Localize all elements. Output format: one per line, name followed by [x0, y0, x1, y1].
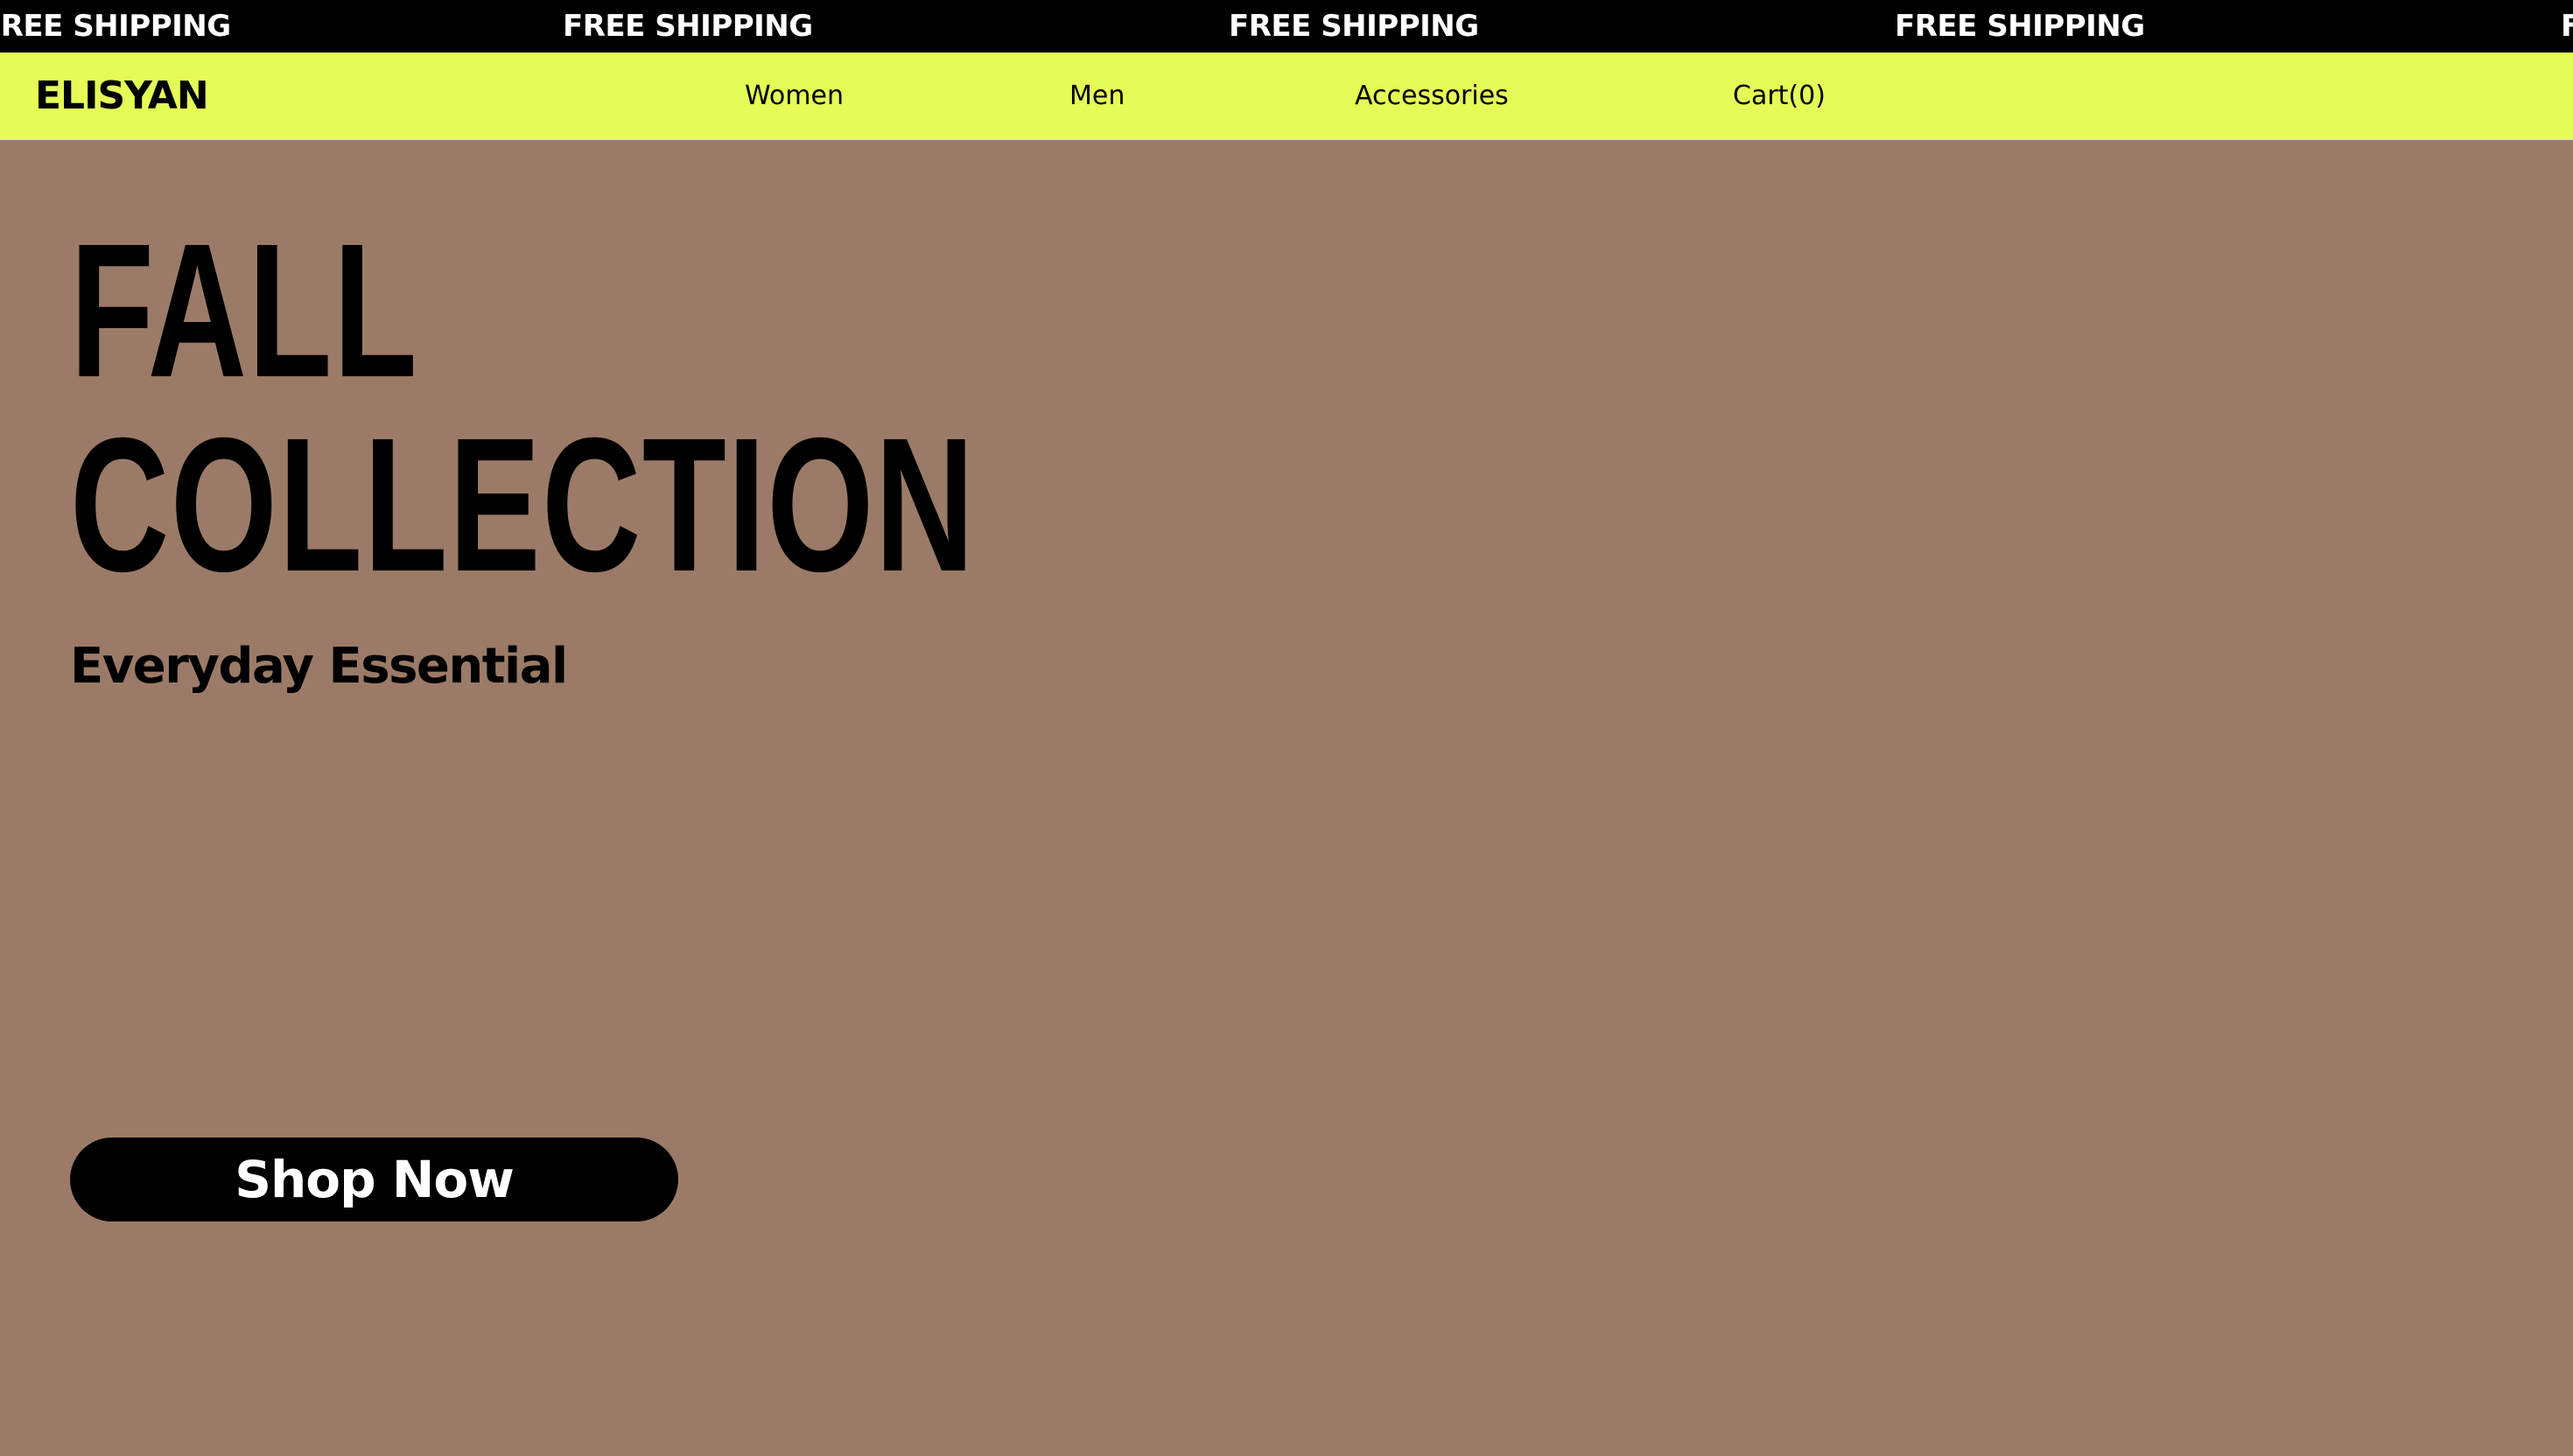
brand-logo[interactable]: ELISYAN — [35, 52, 209, 140]
hero-title-line: COLLECTION — [70, 399, 976, 612]
announcement-ticker: FREE SHIPPING FREE SHIPPING FREE SHIPPIN… — [0, 0, 2573, 52]
ticker-item: FREE SHIPPING — [0, 9, 231, 44]
hero-title-line: FALL — [70, 205, 419, 417]
top-navbar: ELISYAN Women Men Accessories Cart(0) — [0, 52, 2573, 140]
shop-now-button[interactable]: Shop Now — [70, 1138, 678, 1222]
nav-link-accessories[interactable]: Accessories — [1355, 52, 1509, 140]
hero-title: FALL COLLECTION — [70, 214, 976, 603]
nav-link-men[interactable]: Men — [1069, 52, 1125, 140]
ticker-item: FREE SHIPPING — [1229, 9, 1479, 44]
ticker-item: FREE SHIPPING — [1895, 9, 2145, 44]
ticker-item: FREE SHIPPING — [2561, 9, 2573, 44]
nav-link-women[interactable]: Women — [745, 52, 844, 140]
hero-subtitle: Everyday Essential — [70, 638, 568, 695]
ticker-item: FREE SHIPPING — [563, 9, 813, 44]
nav-link-cart[interactable]: Cart(0) — [1733, 52, 1826, 140]
